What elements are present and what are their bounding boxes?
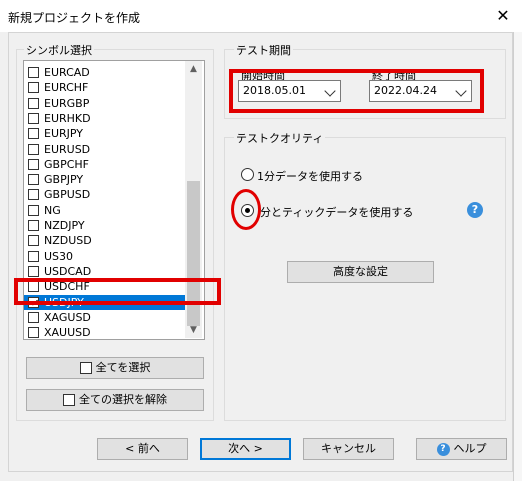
one-minute-radio[interactable] [241,168,254,181]
symbol-label: NZDUSD [44,234,92,248]
highlight-tick-radio [231,189,261,230]
symbol-label: NZDJPY [44,219,85,232]
symbol-checkbox[interactable] [28,82,39,94]
highlight-usdjpy [14,278,221,305]
symbol-label: GBPCHF [44,157,89,171]
list-item[interactable]: US30 [24,249,187,264]
symbol-label: GBPJPY [44,173,84,187]
copy-icon [63,394,75,406]
symbol-checkbox[interactable] [28,220,39,231]
list-item[interactable]: EURJPY [24,126,187,141]
checkbox-icon [79,362,92,374]
list-item[interactable]: EURCAD [24,65,187,80]
symbol-label: GBPUSD [44,188,91,202]
next-label: 次へ > [228,442,263,455]
list-item[interactable]: NG [24,203,187,218]
symbol-label: EURCAD [44,66,90,79]
symbol-checkbox[interactable] [28,311,39,323]
symbol-checkbox[interactable] [28,189,39,201]
list-item[interactable]: EURCHF [24,80,187,95]
symbol-checkbox[interactable] [28,143,39,155]
list-item[interactable]: EURUSD [24,142,187,157]
advanced-settings-button[interactable]: 高度な設定 [287,261,434,283]
symbol-checkbox[interactable] [28,235,39,247]
list-item[interactable]: XAUUSD [24,325,187,340]
highlight-test-period [229,69,484,113]
list-item[interactable]: NZDUSD [24,233,187,248]
symbol-checkbox[interactable] [28,67,39,78]
list-item[interactable]: EURGBP [24,96,187,111]
symbol-checkbox[interactable] [28,174,39,186]
tick-data-label: 分とティックデータを使用する [260,206,414,219]
symbol-checkbox[interactable] [28,128,39,140]
symbol-checkbox[interactable] [28,327,39,339]
help-label: ヘルプ [453,442,487,455]
list-item[interactable]: USDCAD [24,264,187,279]
deselect-all-button[interactable]: 全ての選択を解除 [26,389,204,411]
list-item[interactable]: XAGUSD [24,310,187,325]
quality-group-label: テストクオリティ [234,130,326,146]
scroll-up-icon[interactable]: ▲ [185,62,202,77]
one-minute-label: 1分データを使用する [257,170,363,183]
list-item[interactable]: GBPJPY [24,172,187,187]
deselect-all-label: 全ての選択を解除 [79,393,167,406]
symbol-label: EURUSD [44,142,91,156]
symbol-label: XAGUSD [44,310,91,324]
list-item[interactable]: GBPCHF [24,157,187,172]
advanced-settings-label: 高度な設定 [333,265,388,278]
select-all-label: 全てを選択 [95,361,151,374]
symbol-label: USDCAD [44,264,92,278]
symbol-label: EURHKD [44,111,91,125]
help-icon: ? [436,442,450,456]
symbol-label: NG [44,203,61,217]
test-period-group-label: テスト期間 [234,42,293,58]
symbol-checkbox[interactable] [28,265,39,277]
cancel-label: キャンセル [321,442,376,455]
cancel-button[interactable]: キャンセル [303,438,394,460]
symbol-group-label: シンボル選択 [24,42,94,58]
back-button[interactable]: < 前へ [97,438,188,460]
symbol-label: EURGBP [44,96,90,110]
next-button[interactable]: 次へ > [200,438,291,460]
symbol-label: XAUUSD [44,326,91,340]
symbol-checkbox[interactable] [28,112,39,124]
symbol-label: US30 [44,249,74,263]
list-item[interactable]: GBPUSD [24,187,187,202]
list-item[interactable]: EURHKD [24,111,187,126]
close-icon[interactable]: ✕ [493,6,513,26]
back-label: < 前へ [125,442,160,455]
symbol-checkbox[interactable] [28,158,39,170]
select-all-button[interactable]: 全てを選択 [26,357,204,379]
symbol-checkbox[interactable] [28,97,39,109]
symbol-checkbox[interactable] [28,204,39,216]
background-window-edge [513,32,522,481]
symbol-checkbox[interactable] [28,250,39,262]
window-title: 新規プロジェクトを作成 [8,11,141,25]
symbol-label: EURJPY [44,127,83,141]
help-icon[interactable]: ? [467,202,483,218]
scroll-down-icon[interactable]: ▼ [185,323,202,338]
list-item[interactable]: NZDJPY [24,218,187,233]
help-button[interactable]: ? ヘルプ [416,438,507,460]
symbol-label: EURCHF [44,81,89,95]
